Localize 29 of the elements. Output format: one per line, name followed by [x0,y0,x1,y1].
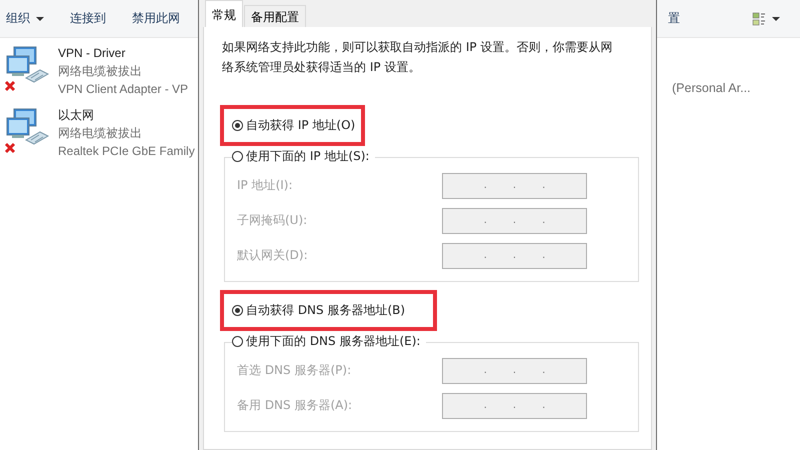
connection-status: 网络电缆被拔出 [58,63,143,80]
radio-button[interactable] [232,336,243,347]
field-label: 子网掩码(U): [237,212,308,229]
adapter-name: VPN Client Adapter - VP [58,81,188,98]
caret-icon [772,16,780,20]
toolbar-button[interactable]: 连接到 [64,10,112,27]
tab[interactable]: 常规 [205,0,243,27]
field-label: IP 地址(I): [237,177,293,194]
radio-option[interactable]: 自动获得 DNS 服务器地址(B) [232,302,433,319]
radio-button[interactable] [232,120,243,131]
radio-option[interactable]: 自动获得 IP 地址(O) [232,117,361,134]
radio-option[interactable]: 使用下面的 DNS 服务器地址(E): [232,333,420,350]
field-label: 首选 DNS 服务器(P): [237,362,352,379]
radio-button[interactable] [232,305,243,316]
connection-name[interactable]: VPN - Driver [58,44,188,62]
description-text: 如果网络支持此功能，则可以获取自动指派的 IP 设置。否则，你需要从网络系统管理员处获得适当的 IP 设置。 [222,39,614,76]
toolbar-button[interactable]: 组织 [0,10,50,27]
tab[interactable]: 备用配置 [244,5,306,27]
toolbar-button[interactable]: 置 [662,10,686,27]
adapter-detail: (Personal Ar... [672,80,751,97]
view-options-button[interactable] [752,12,766,26]
connection-name[interactable]: 以太网 [58,106,195,124]
radio-button[interactable] [232,151,243,162]
adapter-name: Realtek PCIe GbE Family [58,143,195,160]
connection-status: 网络电缆被拔出 [58,125,143,142]
radio-option[interactable]: 使用下面的 IP 地址(S): [232,148,370,165]
toolbar-button[interactable]: 禁用此网 [126,10,186,27]
field-label: 默认网关(D): [237,247,308,264]
field-label: 备用 DNS 服务器(A): [237,397,352,414]
